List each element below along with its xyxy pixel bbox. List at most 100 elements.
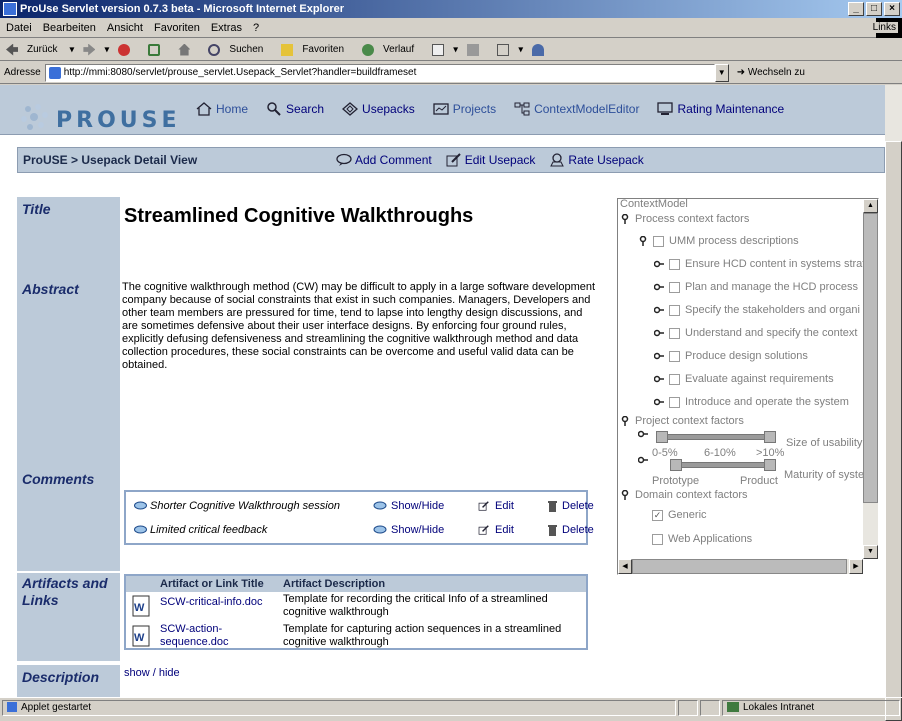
process-checkbox[interactable] — [669, 258, 680, 270]
projects-icon — [433, 103, 449, 115]
close-button[interactable]: × — [884, 2, 900, 16]
artifact-link[interactable]: SCW-action-sequence.doc — [160, 623, 250, 648]
scroll-down-arrow-icon[interactable]: ▼ — [863, 545, 878, 559]
nav-home[interactable]: Home — [196, 102, 248, 116]
process-checkbox[interactable] — [669, 281, 680, 293]
page-vertical-scrollbar[interactable] — [885, 85, 902, 721]
tree-node-process[interactable]: Evaluate against requirements — [654, 370, 834, 388]
size-slider-track[interactable] — [660, 434, 770, 440]
umm-checkbox[interactable] — [653, 235, 664, 247]
tree-node-process[interactable]: Plan and manage the HCD process — [654, 278, 858, 296]
tree-node-project-factors[interactable]: Project context factors — [620, 412, 744, 430]
menu-favoriten[interactable]: Favoriten — [154, 22, 200, 34]
maturity-slider-knob-min[interactable] — [670, 459, 682, 471]
tree-node-process[interactable]: Understand and specify the context — [654, 324, 857, 342]
refresh-button[interactable] — [148, 43, 169, 56]
maximize-button[interactable]: □ — [866, 2, 882, 16]
address-dropdown-button[interactable]: ▼ — [714, 63, 729, 82]
go-button[interactable]: ➜ Wechseln zu — [737, 67, 805, 78]
nav-usepacks[interactable]: Usepacks — [342, 102, 415, 116]
status-page-icon — [7, 701, 17, 712]
address-input[interactable]: http://mmi:8080/servlet/prouse_servlet.U… — [44, 63, 715, 82]
applet-vertical-scrollbar[interactable]: ▲ ▼ — [863, 199, 878, 559]
generic-checkbox-checked[interactable]: ✓ — [652, 509, 663, 521]
links-label[interactable]: Links — [870, 22, 898, 33]
print-button[interactable] — [467, 43, 488, 56]
svg-text:W: W — [134, 602, 145, 614]
minimize-button[interactable]: _ — [848, 2, 864, 16]
context-model-applet[interactable]: ContextModel Process context factors UMM… — [617, 198, 879, 575]
rate-usepack-button[interactable]: Rate Usepack — [549, 153, 644, 167]
menu-bearbeiten[interactable]: Bearbeiten — [43, 22, 96, 34]
nav-projects[interactable]: Projects — [433, 102, 496, 116]
comment-show-hide-button[interactable]: Show/Hide — [372, 500, 476, 512]
home-button[interactable] — [178, 43, 199, 56]
tree-node-domain[interactable]: ✓ Generic — [652, 506, 707, 524]
maturity-slider-knob-max[interactable] — [764, 459, 776, 471]
nav-search[interactable]: Search — [266, 102, 324, 116]
comment-title[interactable]: Shorter Cognitive Walkthrough session — [150, 500, 372, 512]
process-checkbox[interactable] — [669, 350, 680, 362]
magnifier-icon — [208, 43, 221, 56]
tree-node-process[interactable]: Introduce and operate the system — [654, 393, 849, 411]
artifact-link[interactable]: SCW-critical-info.doc — [160, 596, 275, 608]
tree-node-process[interactable]: Specify the stakeholders and organi — [654, 301, 860, 319]
tree-node-umm[interactable]: UMM process descriptions — [638, 232, 799, 250]
svg-text:W: W — [134, 632, 145, 644]
tree-node-process-factors[interactable]: Process context factors — [620, 210, 749, 228]
comment-edit-button[interactable]: Edit — [476, 524, 546, 536]
scroll-left-arrow-icon[interactable]: ◀ — [618, 559, 632, 574]
comment-delete-button[interactable]: Delete — [546, 524, 594, 537]
edit-usepack-button[interactable]: Edit Usepack — [446, 153, 535, 167]
web-applications-checkbox[interactable] — [652, 533, 663, 545]
scroll-right-arrow-icon[interactable]: ▶ — [849, 559, 863, 574]
prouse-logo[interactable]: PROUSE — [56, 108, 181, 133]
size-slider-knob-max[interactable] — [764, 431, 776, 443]
breadcrumb: ProUSE > Usepack Detail View — [23, 153, 198, 167]
search-button[interactable]: Suchen — [208, 43, 272, 56]
tree-node-domain-factors[interactable]: Domain context factors — [620, 486, 748, 504]
nav-rating-maintenance[interactable]: Rating Maintenance — [657, 102, 784, 116]
artifacts-table-header: Artifact or Link Title Artifact Descript… — [126, 576, 586, 592]
edit-page-button[interactable]: ▾ — [497, 43, 523, 56]
edit-icon — [446, 153, 461, 167]
process-label: Understand and specify the context — [685, 327, 858, 339]
process-factors-label: Process context factors — [635, 213, 750, 225]
history-button[interactable]: Verlauf — [362, 43, 423, 56]
comment-edit-button[interactable]: Edit — [476, 500, 546, 512]
page-scroll-thumb[interactable] — [885, 141, 902, 721]
menu-extras[interactable]: Extras — [211, 22, 242, 34]
comment-delete-button[interactable]: Delete — [546, 500, 594, 513]
applet-horizontal-scroll-thumb[interactable] — [632, 559, 847, 574]
mail-button[interactable]: ▾ — [432, 43, 458, 56]
comment-title[interactable]: Limited critical feedback — [150, 524, 372, 536]
favorites-button[interactable]: Favoriten — [281, 43, 353, 56]
process-checkbox[interactable] — [669, 396, 680, 408]
process-checkbox[interactable] — [669, 327, 680, 339]
tree-node-domain[interactable]: Web Applications — [652, 530, 752, 548]
forward-arrow-icon — [83, 43, 96, 56]
comment-show-hide-button[interactable]: Show/Hide — [372, 524, 476, 536]
nav-context-model-editor[interactable]: ContextModelEditor — [514, 102, 639, 116]
comment-row: Limited critical feedback Show/Hide Edit… — [134, 522, 594, 538]
back-button[interactable]: Zurück ▾ — [6, 43, 74, 56]
scroll-up-arrow-icon[interactable]: ▲ — [863, 199, 878, 213]
messenger-button[interactable] — [532, 43, 553, 56]
menu-help[interactable]: ? — [253, 22, 259, 34]
stop-button[interactable] — [118, 43, 139, 56]
tree-node-process[interactable]: Ensure HCD content in systems strat — [654, 255, 863, 273]
process-checkbox[interactable] — [669, 373, 680, 385]
menu-ansicht[interactable]: Ansicht — [107, 22, 143, 34]
tree-node-process[interactable]: Produce design solutions — [654, 347, 808, 365]
refresh-icon — [148, 43, 161, 56]
applet-vertical-scroll-thumb[interactable] — [863, 213, 878, 503]
size-slider-knob-min[interactable] — [656, 431, 668, 443]
description-show-hide-link[interactable]: show / hide — [124, 667, 180, 679]
applet-horizontal-scrollbar[interactable]: ◀ ▶ — [618, 559, 863, 574]
menu-datei[interactable]: Datei — [6, 22, 32, 34]
maturity-slider-track[interactable] — [674, 462, 770, 468]
nav-home-label: Home — [216, 102, 249, 116]
add-comment-button[interactable]: Add Comment — [336, 153, 432, 167]
process-checkbox[interactable] — [669, 304, 680, 316]
forward-button[interactable]: ▾ — [83, 43, 109, 56]
